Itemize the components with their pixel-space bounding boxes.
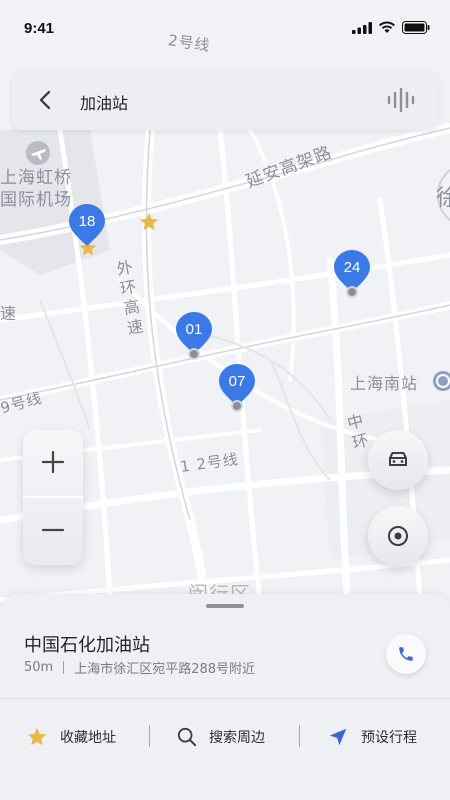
marker-number: 24	[343, 259, 361, 276]
gas-station-marker[interactable]: 18	[68, 203, 106, 255]
chevron-left-icon[interactable]	[34, 88, 58, 112]
favorite-button[interactable]: 收藏地址	[26, 725, 116, 749]
battery-icon	[402, 21, 430, 34]
marker-anchor-dot	[346, 286, 358, 298]
plus-icon	[42, 451, 64, 473]
map-label-xu: 徐	[436, 186, 450, 211]
action-separator	[299, 725, 300, 747]
gas-station-marker[interactable]: 07	[218, 363, 256, 415]
zoom-out-button[interactable]	[23, 498, 83, 564]
gas-station-marker[interactable]: 01	[175, 311, 213, 363]
status-time: 9:41	[24, 20, 55, 37]
search-icon	[177, 727, 197, 747]
star-icon	[27, 727, 47, 746]
marker-number: 07	[228, 373, 246, 390]
map-label-airport: 上海虹桥 国际机场	[0, 168, 72, 210]
station-address: 上海市徐汇区宛平路288号附近	[74, 662, 256, 677]
search-query[interactable]: 加油站	[80, 90, 128, 114]
action-bar: 收藏地址 搜索周边 预设行程	[0, 698, 450, 774]
meta-separator	[63, 661, 65, 674]
plan-trip-label: 预设行程	[361, 730, 417, 746]
map-label-su: 速	[0, 304, 18, 323]
search-bar[interactable]: 加油站	[12, 70, 438, 130]
action-separator	[149, 725, 150, 747]
status-icons	[352, 21, 430, 34]
call-button[interactable]	[386, 634, 426, 674]
favorite-label: 收藏地址	[60, 730, 116, 746]
phone-icon	[399, 647, 413, 661]
map-label-south-station: 上海南站	[350, 374, 419, 393]
navigation-arrow-icon	[329, 728, 347, 746]
marker-anchor-dot	[188, 348, 200, 360]
marker-number: 01	[185, 321, 203, 338]
plan-trip-button[interactable]: 预设行程	[327, 725, 417, 749]
metro-station-icon	[433, 371, 450, 391]
search-nearby-label: 搜索周边	[209, 730, 265, 746]
marker-number: 18	[78, 213, 96, 230]
signal-icon	[352, 21, 372, 34]
status-bar: 9:41	[0, 0, 450, 56]
station-distance: 50m	[24, 660, 54, 675]
locate-icon	[388, 526, 408, 546]
locate-button[interactable]	[368, 506, 428, 566]
drag-handle[interactable]	[206, 604, 244, 608]
car-icon	[389, 452, 407, 466]
airport-icon	[26, 141, 50, 165]
wifi-icon	[379, 21, 395, 33]
station-name: 中国石化加油站	[24, 635, 150, 656]
zoom-control	[23, 430, 83, 565]
minus-icon	[42, 528, 64, 532]
station-meta: 50m 上海市徐汇区宛平路288号附近	[24, 658, 255, 677]
marker-anchor-dot	[231, 400, 243, 412]
gas-station-marker[interactable]: 24	[333, 249, 371, 301]
favorite-star-icon	[139, 212, 159, 231]
voice-wave-icon[interactable]	[386, 88, 416, 112]
vehicle-button[interactable]	[368, 430, 428, 490]
zoom-in-button[interactable]	[23, 430, 83, 496]
search-nearby-button[interactable]: 搜索周边	[177, 725, 265, 749]
